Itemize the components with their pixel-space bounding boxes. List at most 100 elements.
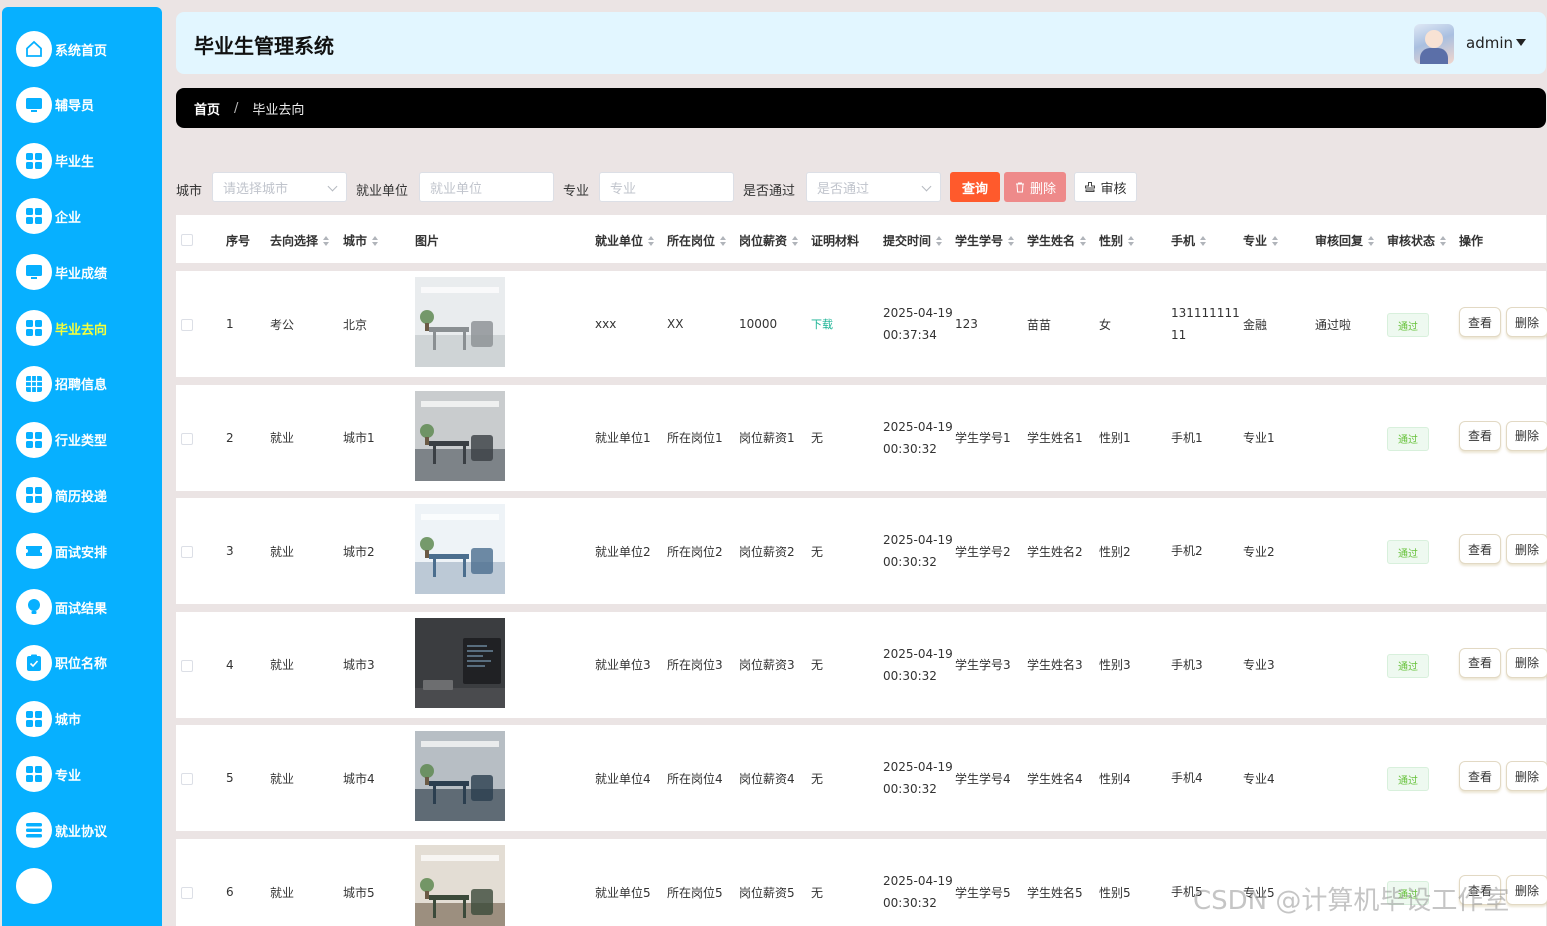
sort-icon[interactable]: [1368, 235, 1375, 246]
major-input-placeholder: 专业: [610, 181, 637, 197]
sort-icon[interactable]: [1200, 235, 1207, 246]
submit-date: 2025-04-19: [883, 760, 953, 775]
column-header-major[interactable]: 专业: [1243, 232, 1279, 249]
sort-icon[interactable]: [1080, 235, 1087, 246]
column-header-city[interactable]: 城市: [343, 232, 379, 249]
sort-icon[interactable]: [1440, 235, 1447, 246]
row-checkbox[interactable]: [181, 773, 193, 786]
audit-button[interactable]: 审核: [1074, 172, 1137, 202]
caret-down-icon[interactable]: [1516, 39, 1526, 46]
sidebar-item-label: 企业: [55, 210, 82, 226]
sidebar-item-partial[interactable]: [16, 866, 55, 906]
sort-icon[interactable]: [1272, 235, 1279, 246]
batch-delete-button[interactable]: 删除: [1004, 172, 1066, 202]
sort-icon[interactable]: [720, 235, 727, 246]
passed-select[interactable]: 是否通过: [806, 172, 941, 202]
sidebar-item-label: 就业协议: [55, 824, 108, 840]
avatar[interactable]: [1414, 24, 1454, 64]
row-image[interactable]: [415, 617, 505, 708]
breadcrumb-home[interactable]: 首页: [194, 99, 220, 118]
delete-button[interactable]: 删除: [1506, 307, 1547, 337]
cell-phone: 手机1: [1171, 385, 1203, 491]
download-link[interactable]: 下载: [811, 316, 833, 332]
sort-icon[interactable]: [372, 235, 379, 246]
cell-submit-time: 2025-04-19 00:30:32: [883, 725, 953, 831]
sort-icon[interactable]: [936, 235, 943, 246]
column-header-status[interactable]: 审核状态: [1387, 232, 1447, 249]
row-image[interactable]: [415, 390, 505, 481]
delete-button[interactable]: 删除: [1506, 647, 1547, 678]
cell-major: 专业1: [1243, 431, 1275, 446]
row-checkbox[interactable]: [181, 319, 193, 331]
sidebar-item[interactable]: 面试安排: [16, 531, 107, 571]
sidebar-item[interactable]: 就业协议: [16, 810, 107, 850]
phone-line-1: 手机4: [1171, 771, 1203, 786]
row-checkbox[interactable]: [181, 432, 193, 445]
query-button[interactable]: 查询: [950, 172, 1000, 202]
sidebar-item[interactable]: 行业类型: [16, 420, 107, 460]
sidebar-item-label: 面试结果: [55, 601, 108, 617]
row-checkbox[interactable]: [181, 546, 193, 559]
sidebar-item[interactable]: 企业: [16, 196, 81, 236]
sidebar-item[interactable]: 系统首页: [16, 29, 107, 69]
column-header-phone[interactable]: 手机: [1171, 232, 1207, 249]
major-input[interactable]: 专业: [599, 172, 734, 202]
view-button[interactable]: 查看: [1459, 307, 1501, 337]
sort-icon[interactable]: [792, 235, 799, 246]
column-header-reply[interactable]: 审核回复: [1315, 232, 1375, 249]
column-header-student-no[interactable]: 学生学号: [955, 232, 1015, 249]
view-button[interactable]: 查看: [1459, 420, 1501, 451]
sidebar-item[interactable]: 辅导员: [16, 85, 94, 125]
column-header-salary[interactable]: 岗位薪资: [739, 232, 799, 249]
row-image[interactable]: [415, 504, 505, 595]
row-checkbox[interactable]: [181, 659, 193, 672]
delete-button[interactable]: 删除: [1506, 875, 1547, 905]
cell-proof: 无: [811, 544, 824, 559]
sort-icon[interactable]: [1008, 235, 1015, 246]
column-header-submit-time[interactable]: 提交时间: [883, 232, 943, 249]
row-image[interactable]: [415, 277, 505, 367]
sidebar-item[interactable]: 简历投递: [16, 475, 107, 515]
table-row: 5 就业 城市4 就业单位4 所在岗位4 岗位薪资4 无 2025-04-19 00:30:32…: [176, 725, 1547, 832]
row-image[interactable]: [415, 845, 505, 926]
row-image[interactable]: [415, 731, 505, 822]
submit-clock: 00:30:32: [883, 555, 937, 570]
delete-button[interactable]: 删除: [1506, 761, 1547, 792]
sidebar-item[interactable]: 毕业成绩: [16, 252, 107, 292]
submit-date: 2025-04-19: [883, 646, 953, 661]
sort-icon[interactable]: [1128, 235, 1135, 246]
delete-button[interactable]: 删除: [1506, 420, 1547, 451]
view-button[interactable]: 查看: [1459, 534, 1501, 565]
sidebar-item[interactable]: 面试结果: [16, 587, 107, 627]
grid-icon: [16, 756, 52, 793]
sidebar-item[interactable]: 毕业生: [16, 141, 94, 181]
column-header-company[interactable]: 就业单位: [595, 232, 655, 249]
sidebar-item-label: 面试安排: [55, 545, 108, 561]
sort-icon[interactable]: [323, 235, 330, 246]
delete-button[interactable]: 删除: [1506, 534, 1547, 565]
sidebar-item[interactable]: 招聘信息: [16, 364, 107, 404]
submit-clock: 00:30:32: [883, 896, 937, 910]
column-header-choice[interactable]: 去向选择: [270, 232, 330, 249]
view-button[interactable]: 查看: [1459, 761, 1501, 792]
sidebar-item-label: 行业类型: [55, 434, 108, 450]
city-select[interactable]: 请选择城市: [212, 172, 347, 202]
cell-major: 专业3: [1243, 658, 1275, 673]
column-header-position[interactable]: 所在岗位: [667, 232, 727, 249]
audit-button-label: 审核: [1100, 181, 1127, 197]
row-checkbox[interactable]: [181, 887, 193, 899]
sidebar-item[interactable]: 城市: [16, 699, 81, 739]
cell-company: xxx: [595, 317, 617, 331]
column-header-label: 手机: [1171, 234, 1196, 248]
sidebar-item[interactable]: 职位名称: [16, 643, 107, 683]
column-header-student-name[interactable]: 学生姓名: [1027, 232, 1087, 249]
company-input[interactable]: 就业单位: [419, 172, 554, 202]
sidebar-item[interactable]: 专业: [16, 754, 81, 794]
column-header-gender[interactable]: 性别: [1099, 232, 1135, 249]
select-all-checkbox[interactable]: [181, 234, 193, 246]
column-header-image: 图片: [415, 232, 439, 249]
view-button[interactable]: 查看: [1459, 647, 1501, 678]
sidebar-item[interactable]: 毕业去向: [16, 308, 107, 348]
sort-icon[interactable]: [648, 235, 655, 246]
username[interactable]: admin: [1466, 34, 1513, 52]
